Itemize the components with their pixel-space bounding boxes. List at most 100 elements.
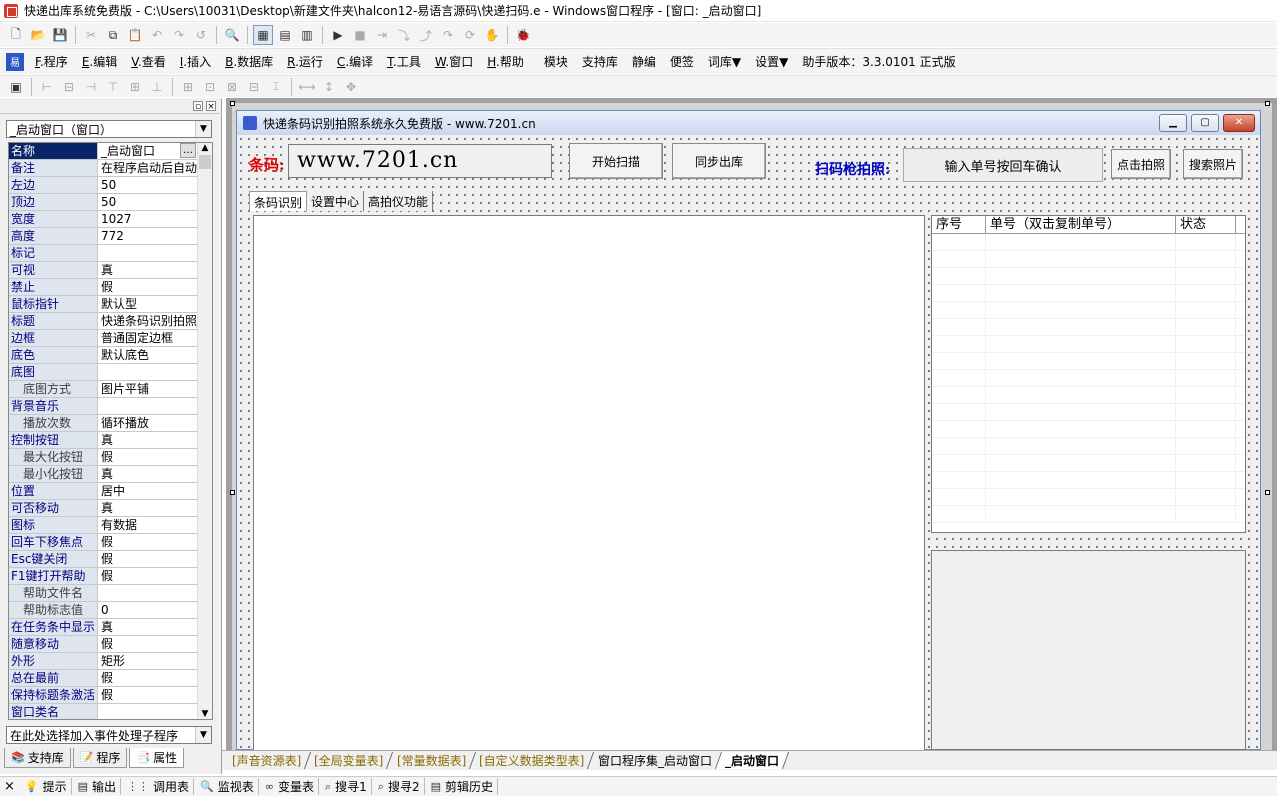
- list-row[interactable]: [932, 455, 1245, 472]
- property-value[interactable]: 真: [101, 466, 113, 482]
- property-row[interactable]: 左边 50: [9, 177, 212, 194]
- menu-item-i[interactable]: I.插入: [173, 49, 218, 75]
- menu-extra-item[interactable]: 静编: [625, 49, 663, 75]
- list-row[interactable]: [932, 387, 1245, 404]
- property-value[interactable]: 假: [101, 551, 113, 567]
- space-h-icon[interactable]: ⊞: [178, 77, 198, 97]
- menu-extra-item[interactable]: 便签: [663, 49, 701, 75]
- tab-barcode-recognition[interactable]: 条码识别: [249, 191, 308, 211]
- center-v-icon[interactable]: ⊟: [244, 77, 264, 97]
- property-value[interactable]: 矩形: [101, 653, 125, 669]
- align-middle-icon[interactable]: ⊞: [125, 77, 145, 97]
- property-row[interactable]: 顶边 50: [9, 194, 212, 211]
- property-value[interactable]: 50: [101, 194, 116, 210]
- property-row[interactable]: 备注 在程序启动后自动: [9, 160, 212, 177]
- tab-settings-center[interactable]: 设置中心: [307, 191, 365, 211]
- property-row[interactable]: 高度 772: [9, 228, 212, 245]
- property-row[interactable]: 图标 有数据: [9, 517, 212, 534]
- maximize-icon[interactable]: ▢: [1191, 114, 1219, 132]
- step-into-icon[interactable]: ⤵: [394, 25, 414, 45]
- editor-tab[interactable]: [全局变量表]: [305, 752, 394, 769]
- property-row[interactable]: 最小化按钮真: [9, 466, 212, 483]
- menu-item-t[interactable]: T.工具: [380, 49, 428, 75]
- property-row[interactable]: 帮助文件名: [9, 585, 212, 602]
- resize-handle[interactable]: [230, 101, 235, 106]
- step-run-icon[interactable]: ⟳: [460, 25, 480, 45]
- property-row[interactable]: 帮助标志值 0: [9, 602, 212, 619]
- tab-library[interactable]: 📚 支持库: [4, 748, 71, 768]
- property-value[interactable]: 假: [101, 534, 113, 550]
- property-row[interactable]: 控制按钮真: [9, 432, 212, 449]
- property-value[interactable]: 真: [101, 619, 113, 635]
- property-value[interactable]: 默认型: [101, 296, 137, 312]
- list-row[interactable]: [932, 285, 1245, 302]
- property-value[interactable]: 假: [101, 670, 113, 686]
- tab-program[interactable]: 📝 程序: [72, 748, 128, 768]
- property-value[interactable]: 在程序启动后自动: [101, 160, 197, 176]
- menu-extra-item[interactable]: 词库▼: [701, 49, 748, 75]
- property-value[interactable]: 普通固定边框: [101, 330, 173, 346]
- list-row[interactable]: [932, 472, 1245, 489]
- menu-item-r[interactable]: R.运行: [280, 49, 330, 75]
- property-value[interactable]: 真: [101, 262, 113, 278]
- col-status[interactable]: 状态: [1176, 216, 1236, 233]
- list-row[interactable]: [932, 438, 1245, 455]
- property-row[interactable]: F1键打开帮助假: [9, 568, 212, 585]
- align-top-icon[interactable]: ⊤: [103, 77, 123, 97]
- list-row[interactable]: [932, 234, 1245, 251]
- minimize-icon[interactable]: ▁: [1159, 114, 1187, 132]
- property-value[interactable]: 图片平铺: [101, 381, 149, 397]
- tab-property[interactable]: 📑 属性: [129, 748, 185, 768]
- property-value[interactable]: 有数据: [101, 517, 137, 533]
- property-row[interactable]: 可否移动真: [9, 500, 212, 517]
- editor-tab[interactable]: [常量数据表]: [387, 752, 477, 769]
- property-row[interactable]: 在任务条中显示真: [9, 619, 212, 636]
- status-tab-search2[interactable]: ⌕ 搜寻2: [378, 778, 425, 795]
- run-icon[interactable]: ▶: [328, 25, 348, 45]
- ellipsis-button[interactable]: …: [180, 143, 196, 158]
- property-row[interactable]: 宽度 1027: [9, 211, 212, 228]
- align-center-icon[interactable]: ⊟: [59, 77, 79, 97]
- property-row[interactable]: 底色 默认底色: [9, 347, 212, 364]
- property-value[interactable]: 772: [101, 228, 124, 244]
- list-row[interactable]: [932, 404, 1245, 421]
- close-icon[interactable]: ×: [4, 779, 19, 794]
- property-row[interactable]: 位置 居中: [9, 483, 212, 500]
- col-index[interactable]: 序号: [932, 216, 986, 233]
- property-value[interactable]: 真: [101, 500, 113, 516]
- layout1-icon[interactable]: ▦: [253, 25, 273, 45]
- same-width-icon[interactable]: ⟷: [297, 77, 317, 97]
- property-row[interactable]: 最大化按钮假: [9, 449, 212, 466]
- property-row[interactable]: 保持标题条激活假: [9, 687, 212, 704]
- property-row[interactable]: 背景音乐: [9, 398, 212, 415]
- list-row[interactable]: [932, 489, 1245, 506]
- space-v-icon[interactable]: ⊡: [200, 77, 220, 97]
- menu-extra-item[interactable]: 设置▼: [748, 49, 795, 75]
- save-icon[interactable]: 💾: [50, 25, 70, 45]
- align-right-icon[interactable]: ⊣: [81, 77, 101, 97]
- menu-item-h[interactable]: H.帮助: [480, 49, 531, 75]
- col-tracking-number[interactable]: 单号（双击复制单号）: [986, 216, 1176, 233]
- menu-item-b[interactable]: B.数据库: [218, 49, 280, 75]
- sync-out-button[interactable]: 同步出库: [672, 143, 766, 179]
- property-value[interactable]: 循环播放: [101, 415, 149, 431]
- menu-item-w[interactable]: W.窗口: [428, 49, 480, 75]
- tracking-number-input[interactable]: 输入单号按回车确认: [903, 148, 1103, 182]
- align-left-icon[interactable]: ⊢: [37, 77, 57, 97]
- menu-extra-item[interactable]: 支持库: [575, 49, 625, 75]
- property-row[interactable]: 标题 快递条码识别拍照: [9, 313, 212, 330]
- cut-icon[interactable]: ✂: [81, 25, 101, 45]
- list-row[interactable]: [932, 251, 1245, 268]
- property-value[interactable]: 假: [101, 687, 113, 703]
- property-row[interactable]: 可视真: [9, 262, 212, 279]
- resize-handle[interactable]: [1265, 490, 1270, 495]
- property-value[interactable]: 真: [101, 432, 113, 448]
- new-file-icon[interactable]: 🗋: [6, 25, 26, 45]
- take-photo-button[interactable]: 点击拍照: [1111, 149, 1171, 179]
- close-icon[interactable]: ×: [206, 100, 216, 112]
- menu-item-f[interactable]: F.程序: [28, 49, 75, 75]
- editor-tab[interactable]: [自定义数据类型表]: [470, 752, 595, 769]
- list-row[interactable]: [932, 353, 1245, 370]
- restore-icon[interactable]: ▫: [193, 100, 203, 112]
- center-h-icon[interactable]: ⊠: [222, 77, 242, 97]
